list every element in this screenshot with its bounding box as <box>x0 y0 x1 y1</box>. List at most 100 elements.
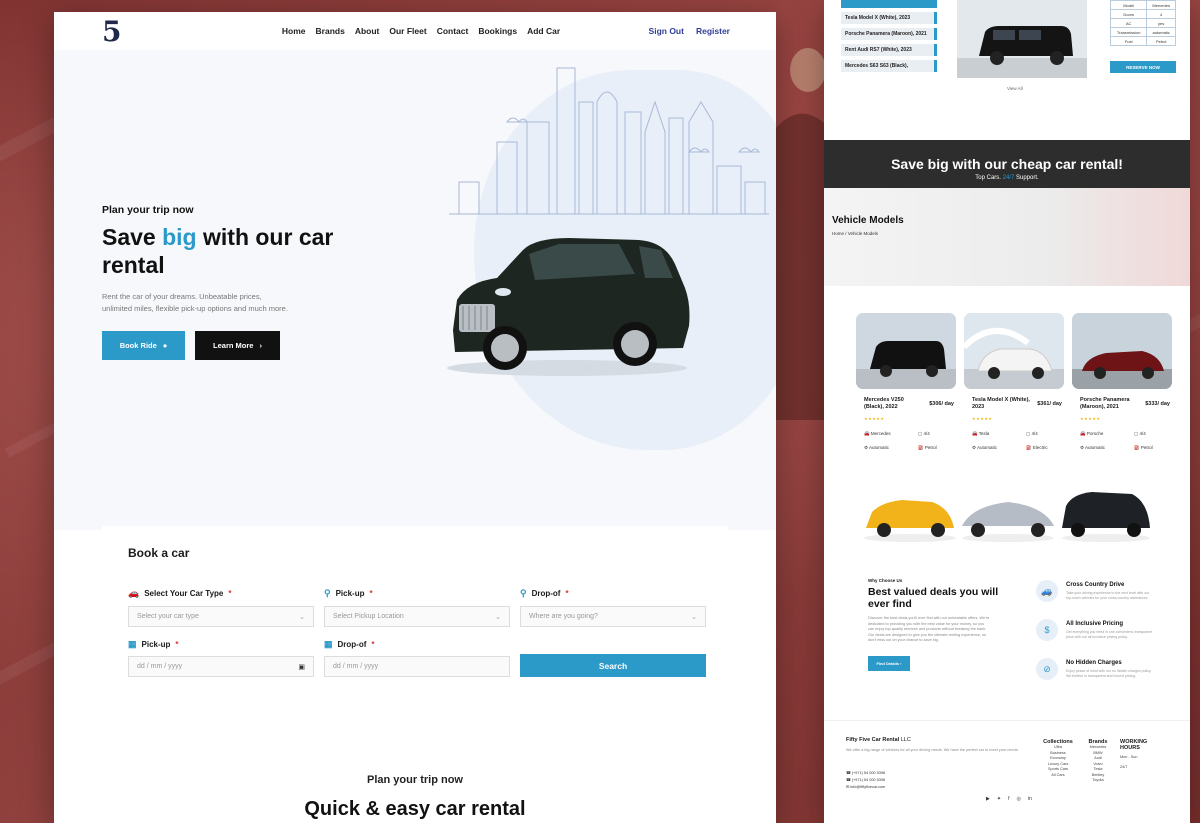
dropoff-label: ⚲ Drop-of * <box>520 588 569 598</box>
pickup-location-select[interactable]: Select Pickup Location ⌄ <box>324 606 510 627</box>
nav-bookings[interactable]: Bookings <box>478 26 517 36</box>
brand-logo[interactable]: 5 <box>102 15 122 48</box>
chevron-down-icon: ⌄ <box>495 613 501 621</box>
find-details-button[interactable]: Find Details › <box>868 655 910 671</box>
breadcrumb[interactable]: Home / Vehicle Models <box>832 231 878 236</box>
featured-cars-image <box>864 492 1150 542</box>
car-icon: 🚘 <box>864 431 871 436</box>
twitter-icon[interactable]: ✦ <box>997 796 1001 802</box>
chevron-right-icon: › <box>259 341 262 350</box>
nav-add-car[interactable]: Add Car <box>527 26 560 36</box>
footer-description: We offer a big range of vehicles for all… <box>846 748 1019 752</box>
hero-title: Save big with our car rental <box>102 223 342 279</box>
dropoff-date-input[interactable]: dd / mm / yyyy <box>324 656 510 677</box>
hero-description: Rent the car of your dreams. Unbeatable … <box>102 292 288 313</box>
vehicle-card[interactable]: Mercedes V250 (Black), 2022 $306/ day ★★… <box>856 313 956 458</box>
calendar-icon: ▦ <box>128 639 137 649</box>
homepage-preview: 5 Home Brands About Our Fleet Contact Bo… <box>54 12 776 823</box>
learn-more-button[interactable]: Learn More › <box>195 331 280 360</box>
nav-contact[interactable]: Contact <box>437 26 469 36</box>
car-list-header <box>841 0 937 8</box>
vehicle-photo <box>1072 313 1172 389</box>
fuel-icon: ⛽ <box>1026 445 1033 450</box>
rating-stars: ★★★★★ <box>1080 416 1101 421</box>
car-type-select[interactable]: Select your car type ⌄ <box>128 606 314 627</box>
banner-title: Save big with our cheap car rental! <box>891 156 1123 172</box>
learn-more-label: Learn More <box>213 341 254 350</box>
rating-stars: ★★★★★ <box>972 416 993 421</box>
reserve-now-button[interactable]: RESERVE NOW <box>1110 61 1176 73</box>
chevron-down-icon: ⌄ <box>691 613 697 621</box>
pickup-date-input[interactable]: dd / mm / yyyy ▣ <box>128 656 314 677</box>
nav-about[interactable]: About <box>355 26 380 36</box>
nav-brands[interactable]: Brands <box>316 26 345 36</box>
why-choose-us: Why Choose Us Best valued deals you will… <box>868 578 1008 671</box>
price-tag-icon: $ <box>1036 619 1058 641</box>
top-navigation: 5 Home Brands About Our Fleet Contact Bo… <box>90 12 740 50</box>
section-title: Quick & easy car rental <box>304 798 526 820</box>
dropoff-date-label: ▦ Drop-of * <box>324 639 375 649</box>
nav-auth: Sign Out Register <box>649 26 730 36</box>
why-kicker: Why Choose Us <box>868 578 903 583</box>
banner-subtitle: Top Cars. 24/7 Support. <box>975 175 1039 181</box>
footer-company: Fifty Five Car Rental LLC <box>846 737 911 743</box>
book-ride-button[interactable]: Book Ride ● <box>102 331 185 360</box>
view-all-link[interactable]: View All <box>1007 86 1023 91</box>
vehicle-photo <box>961 313 1064 389</box>
pickup-date-label: ▦ Pick-up * <box>128 639 179 649</box>
calendar-picker-icon[interactable]: ▣ <box>298 663 305 671</box>
footer-brands: Brands Mercedes BMW Audi Volvo Tesla Ben… <box>1088 739 1108 782</box>
car-icon: 🚗 <box>128 588 140 598</box>
why-title: Best valued deals you will ever find <box>868 586 999 610</box>
vehicle-card[interactable]: Tesla Model X (White), 2023 $361/ day ★★… <box>961 313 1064 458</box>
car-list-item[interactable]: Rent Audi RS7 (White), 2023 <box>841 44 937 56</box>
car-type-label: 🚗 Select Your Car Type * <box>128 588 232 598</box>
spec-table: Model Mercedes Doors 4 AC yes Transmission a… <box>1109 0 1176 46</box>
linkedin-icon[interactable]: in <box>1028 796 1032 802</box>
vehicle-photo <box>856 313 956 389</box>
instagram-icon[interactable]: ◎ <box>1016 796 1020 802</box>
calendar-icon: ▦ <box>324 639 333 649</box>
location-pin-icon: ⚲ <box>324 588 331 598</box>
fuel-icon: ⛽ <box>918 445 925 450</box>
footer-phone[interactable]: ☎ (+971) 54 000 5398 <box>846 770 885 775</box>
footer-hours: WORKING HOURS Mon - Sun 24/7 <box>1120 739 1148 769</box>
footer-email[interactable]: ✉ info@fiftyfivecar.com <box>846 784 885 789</box>
search-button[interactable]: Search <box>520 654 706 677</box>
hero-title-accent: big <box>162 224 197 250</box>
car-list-item[interactable]: Mercedes S63 S63 (Black), <box>841 60 937 72</box>
footer-phone[interactable]: ☎ (+971) 54 000 5398 <box>846 777 885 782</box>
city-skyline-illustration <box>449 67 769 215</box>
car-icon: 🚘 <box>972 431 979 436</box>
sign-out-link[interactable]: Sign Out <box>649 26 684 36</box>
dropoff-location-select[interactable]: Where are you going? ⌄ <box>520 606 706 627</box>
background-person <box>774 48 826 421</box>
book-ride-label: Book Ride <box>119 341 157 350</box>
hero-title-pre: Save <box>102 224 163 250</box>
vehicle-card[interactable]: Porsche Panamera (Maroon), 2021 $333/ da… <box>1072 313 1172 458</box>
nav-our-fleet[interactable]: Our Fleet <box>389 26 426 36</box>
why-text: Discover the best deals you'll ever find… <box>868 616 990 642</box>
facebook-icon[interactable]: f <box>1008 796 1009 802</box>
fuel-icon: ⛽ <box>1134 445 1141 450</box>
hero-buttons: Book Ride ● Learn More › <box>102 331 342 360</box>
footer-collections: Collections Ultra Business Economy Luxur… <box>1043 739 1073 777</box>
hero-kicker: Plan your trip now <box>102 204 194 216</box>
road-trip-icon: 🚙 <box>1036 580 1058 602</box>
nav-links: Home Brands About Our Fleet Contact Book… <box>282 26 560 36</box>
youtube-icon[interactable]: ▶ <box>986 796 990 802</box>
car-list-item[interactable]: Tesla Model X (White), 2023 <box>841 12 937 24</box>
social-links: ▶ ✦ f ◎ in <box>986 796 1032 802</box>
nav-home[interactable]: Home <box>282 26 306 36</box>
van-photo <box>957 0 1087 78</box>
hero-content: Plan your trip now Save big with our car… <box>102 204 342 360</box>
section-kicker: Plan your trip now <box>367 774 463 786</box>
vehicle-models-header: Vehicle Models Home / Vehicle Models <box>824 188 1190 286</box>
vehicle-cards: Mercedes V250 (Black), 2022 $306/ day ★★… <box>856 313 1176 458</box>
car-list-item[interactable]: Porsche Panamera (Maroon), 2021 <box>841 28 937 40</box>
location-pin-icon: ⚲ <box>520 588 527 598</box>
no-charges-icon: ⊘ <box>1036 658 1058 680</box>
register-link[interactable]: Register <box>696 26 730 36</box>
site-footer: Fifty Five Car Rental LLC We offer a big… <box>824 720 1190 823</box>
inner-pages-preview: Tesla Model X (White), 2023 Porsche Pana… <box>824 0 1190 823</box>
